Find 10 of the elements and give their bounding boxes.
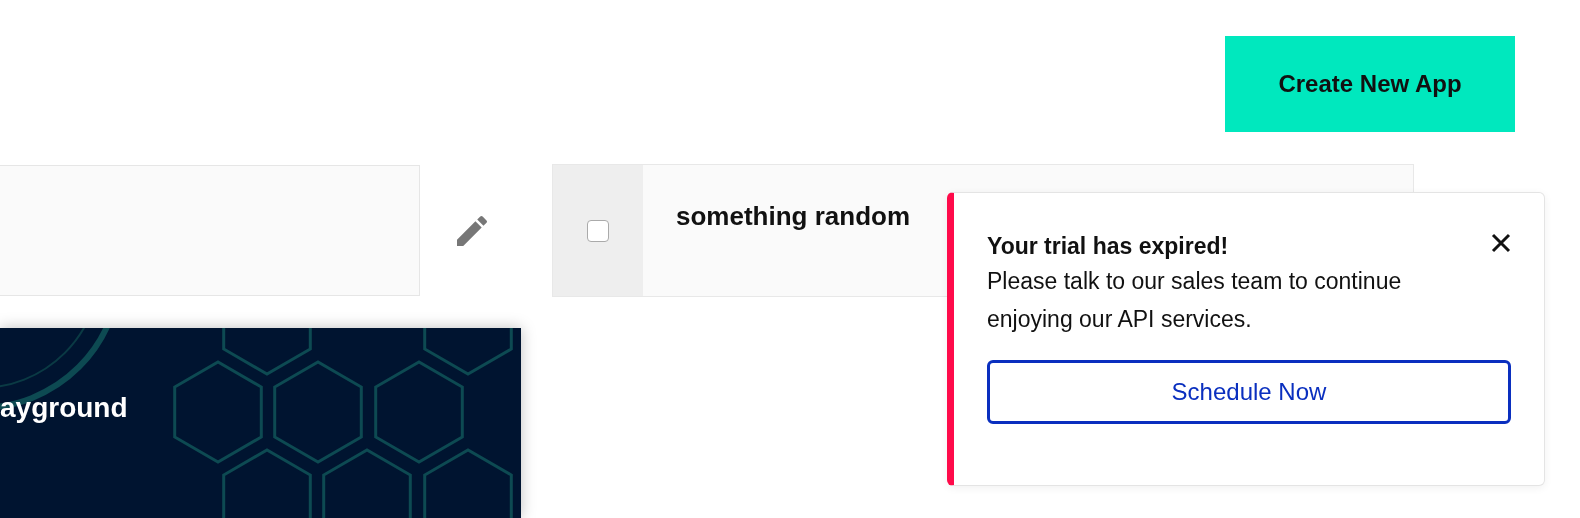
toast-title: Your trial has expired!	[987, 233, 1229, 260]
toast-message: Please talk to our sales team to continue enjoying our API services.	[987, 267, 1403, 334]
playground-card[interactable]: ayground	[0, 328, 521, 518]
create-app-button[interactable]: Create New App	[1225, 36, 1515, 132]
card-title: ayground	[0, 392, 128, 424]
close-icon[interactable]	[1490, 232, 1512, 254]
app-title: something random	[675, 200, 910, 233]
checkbox[interactable]	[587, 219, 609, 242]
schedule-now-button[interactable]: Schedule Now	[987, 360, 1511, 424]
name-field[interactable]	[0, 165, 420, 296]
